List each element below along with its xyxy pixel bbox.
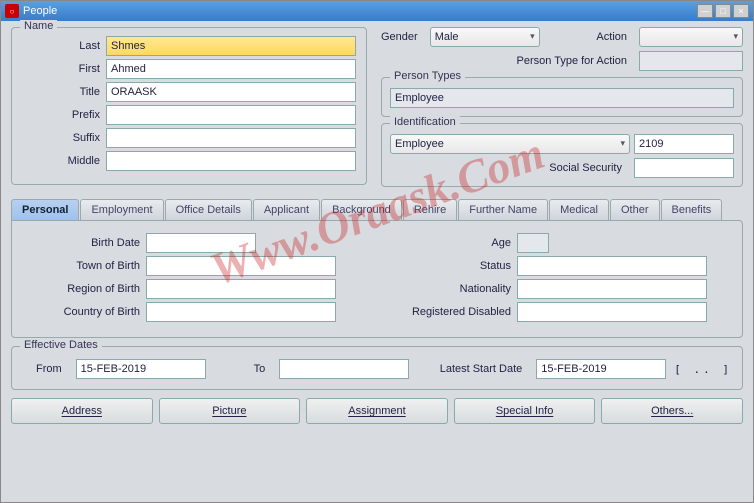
disabled-label: Registered Disabled — [397, 306, 517, 318]
tab-office-details[interactable]: Office Details — [165, 199, 252, 220]
window-controls: — □ × — [697, 4, 749, 18]
special-info-button[interactable]: Special Info — [454, 398, 596, 424]
nationality-input[interactable] — [517, 279, 707, 299]
age-input[interactable] — [517, 233, 549, 253]
from-input[interactable] — [76, 359, 206, 379]
tab-employment[interactable]: Employment — [80, 199, 163, 220]
window-title: People — [23, 5, 57, 17]
tab-personal[interactable]: Personal — [11, 199, 79, 220]
from-label: From — [36, 363, 68, 375]
last-label: Last — [22, 40, 106, 52]
identification-type-select[interactable]: Employee — [390, 134, 630, 154]
name-legend: Name — [20, 20, 57, 32]
people-window: ○ People — □ × Name Last First Title Pre… — [0, 0, 754, 503]
app-icon: ○ — [5, 4, 19, 18]
picture-button[interactable]: Picture — [159, 398, 301, 424]
person-types-fieldset: Person Types — [381, 77, 743, 117]
status-label: Status — [397, 260, 517, 272]
effective-dates-legend: Effective Dates — [20, 339, 102, 351]
middle-input[interactable] — [106, 151, 356, 171]
name-fieldset: Name Last First Title Prefix Suffix Midd… — [11, 27, 367, 185]
suffix-input[interactable] — [106, 128, 356, 148]
last-input[interactable] — [106, 36, 356, 56]
titlebar: ○ People — □ × — [1, 1, 753, 21]
identification-fieldset: Identification Employee Social Security — [381, 123, 743, 187]
gender-select[interactable]: Male — [430, 27, 540, 47]
town-input[interactable] — [146, 256, 336, 276]
tab-applicant[interactable]: Applicant — [253, 199, 320, 220]
effective-dates-fieldset: Effective Dates From To Latest Start Dat… — [11, 346, 743, 390]
to-input[interactable] — [279, 359, 409, 379]
assignment-button[interactable]: Assignment — [306, 398, 448, 424]
brackets[interactable]: [ .. ] — [674, 363, 732, 376]
title-input[interactable] — [106, 82, 356, 102]
minimize-button[interactable]: — — [697, 4, 713, 18]
prefix-input[interactable] — [106, 105, 356, 125]
prefix-label: Prefix — [22, 109, 106, 121]
social-security-label: Social Security — [549, 162, 628, 174]
age-label: Age — [397, 237, 517, 249]
suffix-label: Suffix — [22, 132, 106, 144]
person-types-input[interactable] — [390, 88, 734, 108]
country-input[interactable] — [146, 302, 336, 322]
maximize-button[interactable]: □ — [715, 4, 731, 18]
person-types-legend: Person Types — [390, 70, 465, 82]
close-button[interactable]: × — [733, 4, 749, 18]
tab-medical[interactable]: Medical — [549, 199, 609, 220]
tab-other[interactable]: Other — [610, 199, 660, 220]
country-label: Country of Birth — [26, 306, 146, 318]
title-label: Title — [22, 86, 106, 98]
tab-rehire[interactable]: Rehire — [403, 199, 457, 220]
to-label: To — [254, 363, 272, 375]
address-button[interactable]: Address — [11, 398, 153, 424]
identification-number-input[interactable] — [634, 134, 734, 154]
person-type-action-label: Person Type for Action — [517, 55, 633, 67]
action-select[interactable] — [639, 27, 743, 47]
latest-input[interactable] — [536, 359, 666, 379]
tab-benefits[interactable]: Benefits — [661, 199, 723, 220]
disabled-input[interactable] — [517, 302, 707, 322]
town-label: Town of Birth — [26, 260, 146, 272]
region-input[interactable] — [146, 279, 336, 299]
birth-date-label: Birth Date — [26, 237, 146, 249]
nationality-label: Nationality — [397, 283, 517, 295]
identification-legend: Identification — [390, 116, 460, 128]
status-input[interactable] — [517, 256, 707, 276]
action-label: Action — [596, 31, 633, 43]
others-button[interactable]: Others... — [601, 398, 743, 424]
tab-further-name[interactable]: Further Name — [458, 199, 548, 220]
button-row: Address Picture Assignment Special Info … — [11, 398, 743, 424]
tab-background[interactable]: Background — [321, 199, 402, 220]
social-security-input[interactable] — [634, 158, 734, 178]
person-type-action-input[interactable] — [639, 51, 743, 71]
birth-date-input[interactable] — [146, 233, 256, 253]
middle-label: Middle — [22, 155, 106, 167]
latest-label: Latest Start Date — [440, 363, 529, 375]
first-input[interactable] — [106, 59, 356, 79]
first-label: First — [22, 63, 106, 75]
gender-label: Gender — [381, 31, 424, 43]
tab-body-personal: Birth Date Town of Birth Region of Birth… — [11, 220, 743, 338]
region-label: Region of Birth — [26, 283, 146, 295]
tabs: Personal Employment Office Details Appli… — [11, 199, 743, 220]
window-body: Name Last First Title Prefix Suffix Midd… — [1, 21, 753, 430]
right-column: Gender Male Action Person Type for Actio… — [381, 27, 743, 191]
